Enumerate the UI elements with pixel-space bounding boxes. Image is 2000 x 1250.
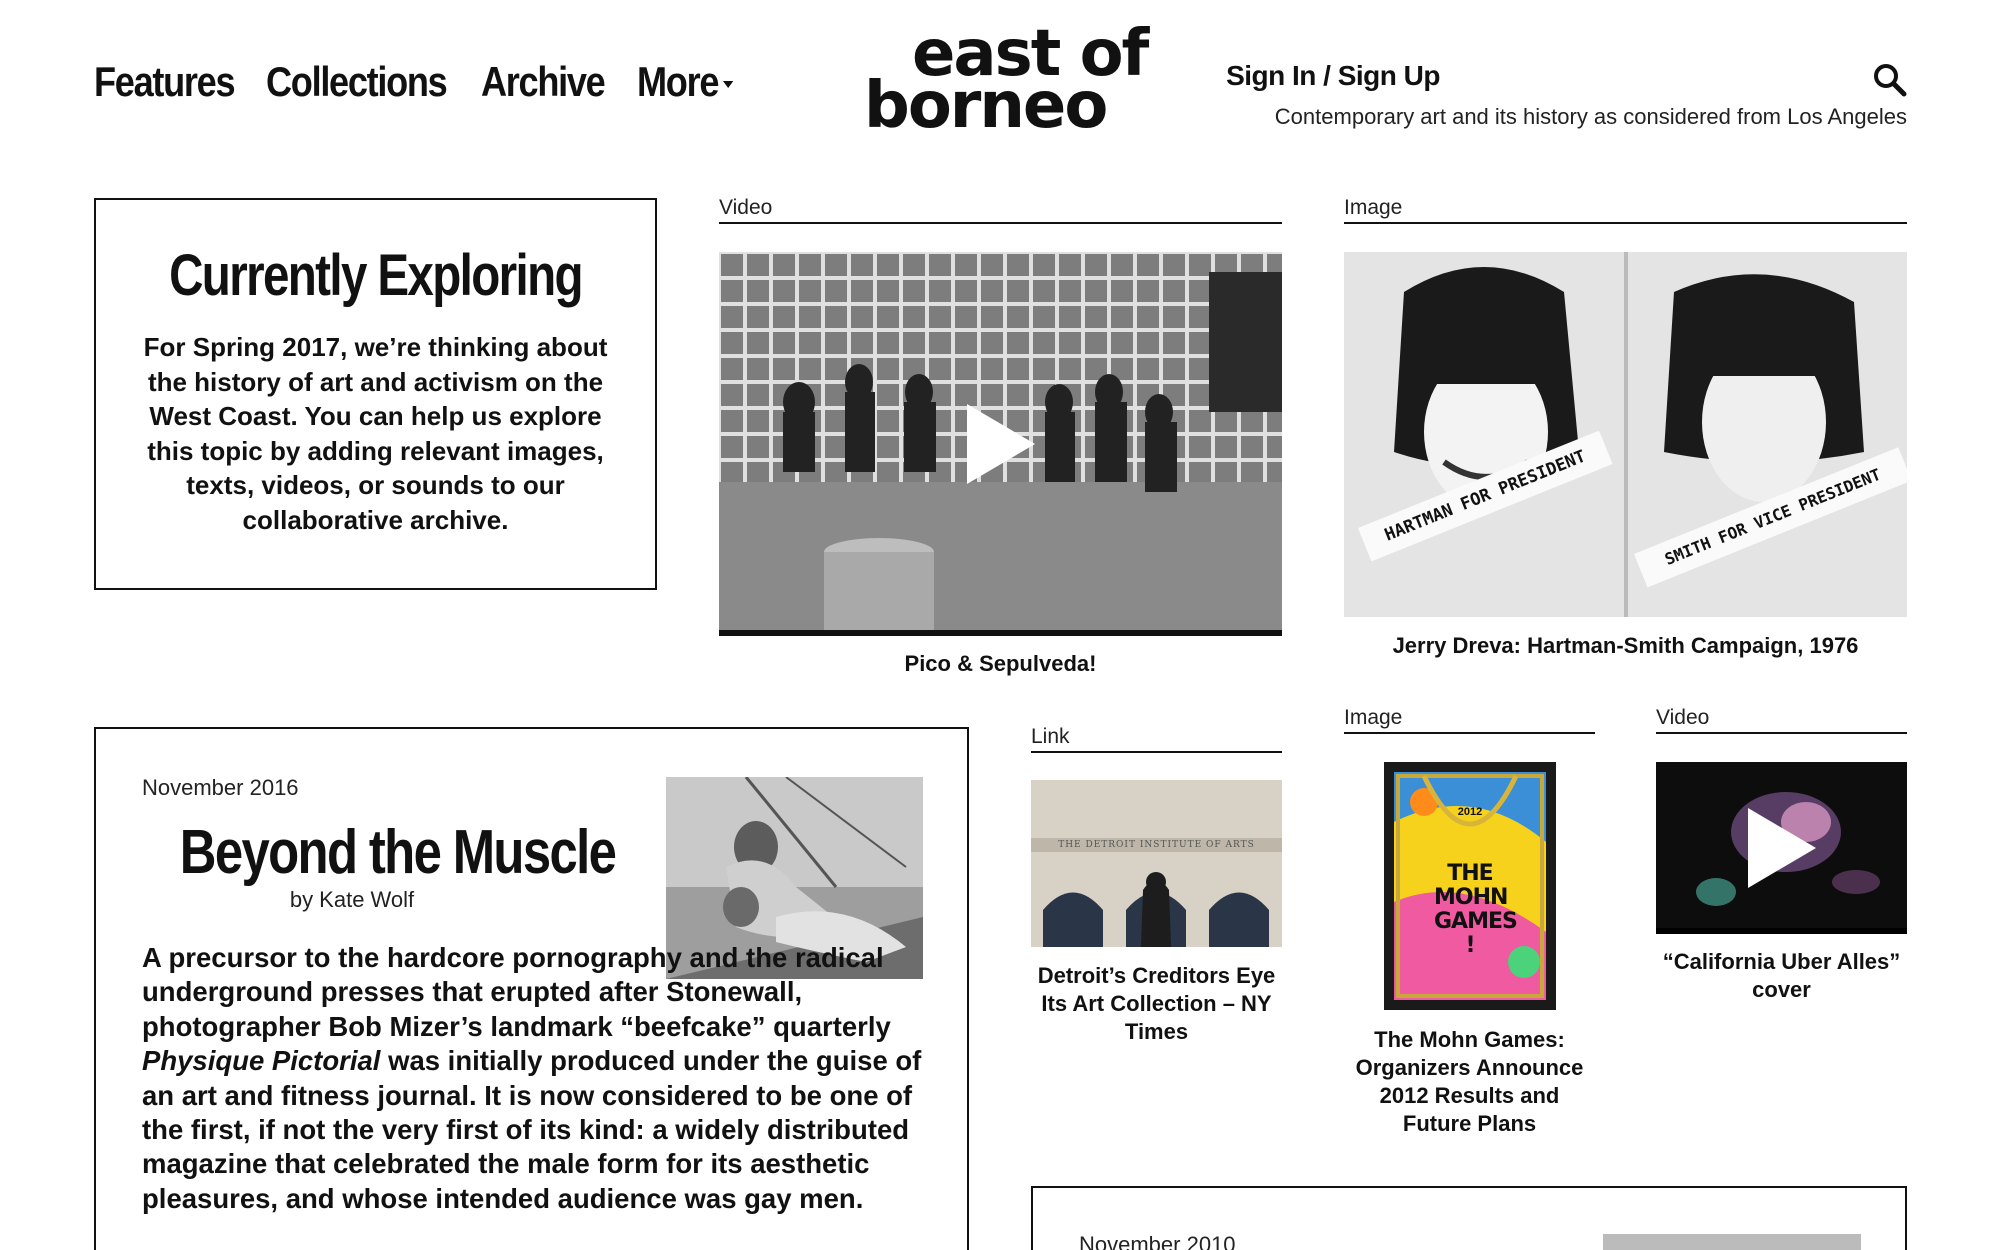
article-date: November 2016 — [142, 775, 299, 800]
nav-features[interactable]: Features — [94, 58, 236, 106]
card-label-link: Link — [1031, 725, 1282, 753]
logo-line-2: borneo — [864, 69, 1108, 143]
chevron-down-icon — [723, 81, 734, 89]
card-label-video-2: Video — [1656, 706, 1907, 734]
article-excerpt-part1: A precursor to the hardcore pornography … — [142, 942, 891, 1042]
card-label-video: Video — [719, 196, 1282, 224]
caption-pico-sepulveda[interactable]: Pico & Sepulveda! — [719, 650, 1282, 678]
card-label-image-2: Image — [1344, 706, 1595, 734]
video-thumbnail-california[interactable] — [1656, 762, 1907, 934]
poster-year: 2012 — [1457, 806, 1483, 818]
article-title[interactable]: Beyond the Muscle — [180, 817, 617, 888]
second-article-thumbnail[interactable] — [1603, 1234, 1861, 1250]
site-tagline: Contemporary art and its history as cons… — [1274, 104, 1907, 129]
second-article-card[interactable]: November 2010 — [1031, 1186, 1907, 1250]
video-thumbnail-pico[interactable] — [719, 252, 1282, 636]
currently-exploring-title: Currently Exploring — [169, 243, 583, 308]
article-excerpt-italic: Physique Pictorial — [142, 1045, 381, 1077]
play-icon-2[interactable] — [1748, 808, 1816, 888]
search-icon[interactable] — [1872, 62, 1908, 98]
link-thumbnail-detroit[interactable]: THE DETROIT INSTITUTE OF ARTS — [1031, 780, 1282, 947]
sign-in-link[interactable]: Sign In / Sign Up — [1226, 60, 1440, 92]
article-author: by Kate Wolf — [289, 887, 415, 912]
site-logo[interactable]: east of borneo — [864, 20, 1149, 143]
image-mohn-games-poster[interactable]: 2012 THE MOHN GAMES ! — [1384, 762, 1556, 1010]
nav-more-label: More — [637, 58, 719, 105]
campaign-photo — [1344, 252, 1907, 617]
nav-archive[interactable]: Archive — [481, 58, 606, 106]
nav-more[interactable]: More — [637, 58, 734, 106]
caption-detroit[interactable]: Detroit’s Creditors Eye Its Art Collecti… — [1031, 962, 1282, 1046]
second-article-date: November 2010 — [1079, 1232, 1236, 1250]
caption-hartman-smith[interactable]: Jerry Dreva: Hartman-Smith Campaign, 197… — [1344, 632, 1907, 660]
play-icon[interactable] — [967, 404, 1035, 484]
image-hartman-smith[interactable]: HARTMAN FOR PRESIDENT SMITH FOR VICE PRE… — [1344, 252, 1907, 617]
caption-mohn-games[interactable]: The Mohn Games: Organizers Announce 2012… — [1344, 1026, 1595, 1138]
card-label-image: Image — [1344, 196, 1907, 224]
poster-title: THE MOHN GAMES ! — [1434, 861, 1518, 958]
detroit-institute-photo — [1031, 780, 1282, 947]
currently-exploring-box: Currently Exploring For Spring 2017, we’… — [94, 198, 657, 590]
currently-exploring-text: For Spring 2017, we’re thinking about th… — [143, 332, 608, 535]
article-excerpt: A precursor to the hardcore pornography … — [142, 941, 932, 1216]
nav-collections[interactable]: Collections — [266, 58, 448, 106]
feature-article-card[interactable]: November 2016 Beyond the Muscle by Kate … — [94, 727, 969, 1250]
building-inscription: THE DETROIT INSTITUTE OF ARTS — [1058, 840, 1255, 850]
caption-california-uber-alles[interactable]: “California Uber Alles” cover — [1656, 948, 1907, 1004]
